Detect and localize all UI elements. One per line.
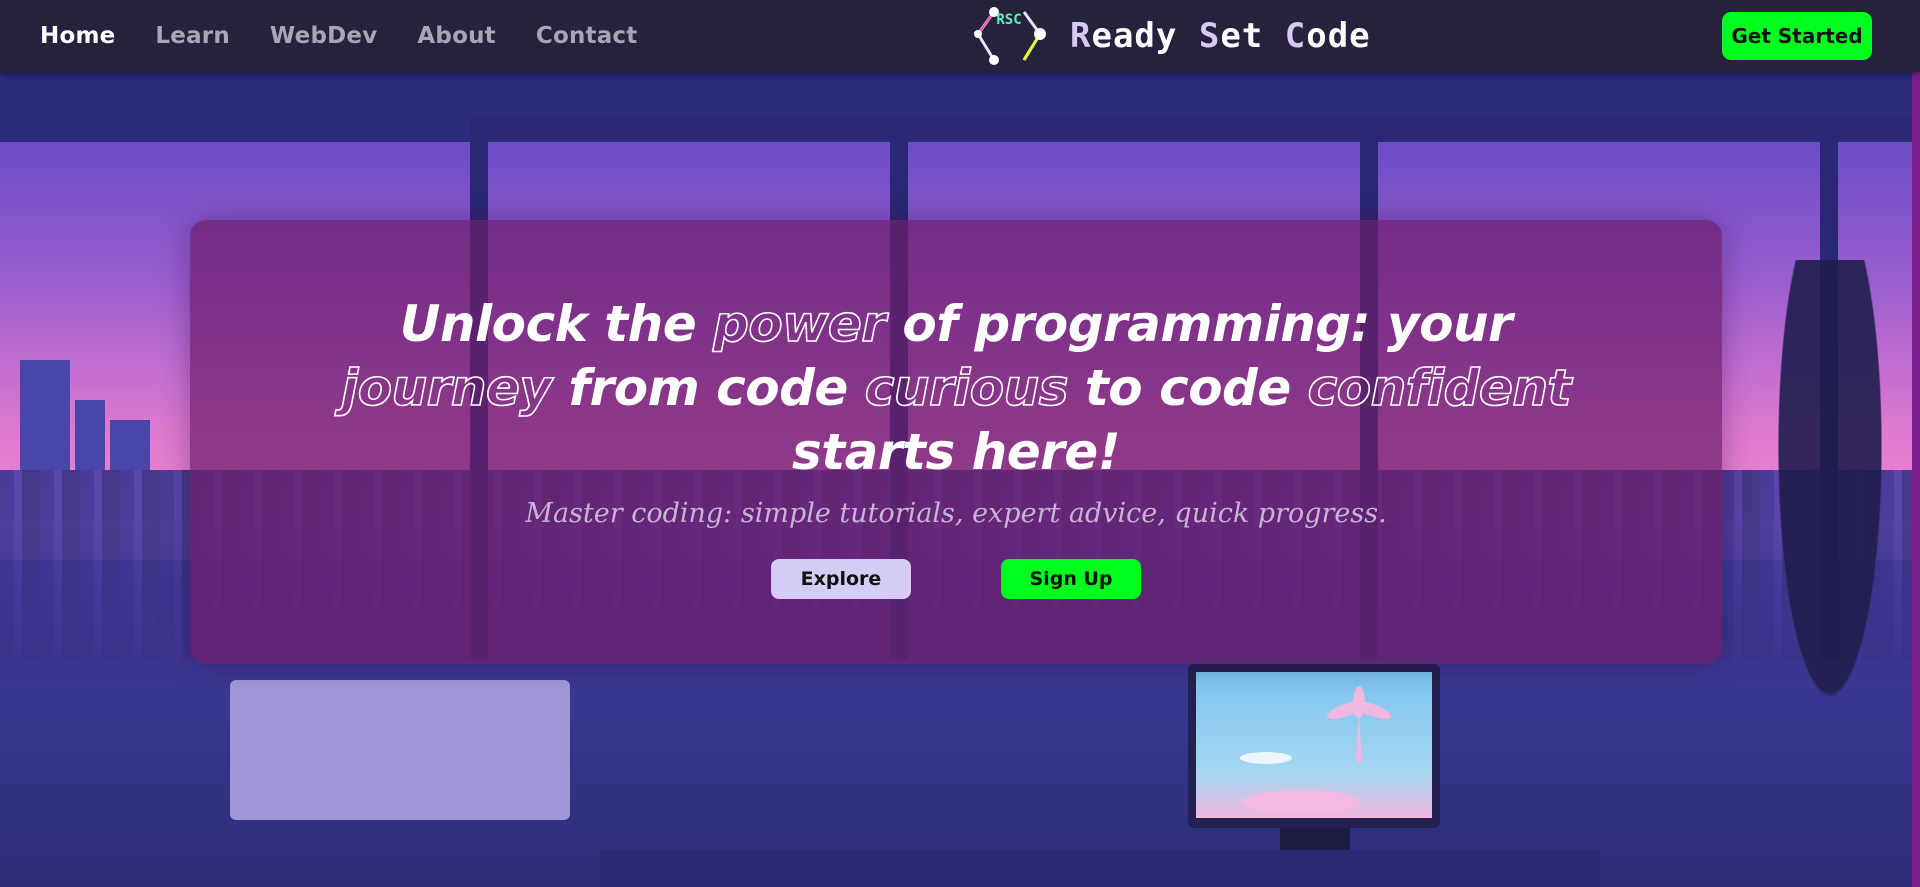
nav-link-webdev[interactable]: WebDev (270, 23, 378, 49)
sign-up-button[interactable]: Sign Up (1001, 559, 1141, 599)
nav-link-learn[interactable]: Learn (155, 23, 230, 49)
explore-button[interactable]: Explore (771, 559, 911, 599)
scrollbar-edge (1912, 0, 1920, 887)
plant-illustration (1740, 260, 1920, 880)
title-fragment: starts here! (791, 423, 1121, 481)
title-highlight: power (712, 294, 887, 354)
top-navbar: Home Learn WebDev About Contact RSC Read… (0, 0, 1920, 72)
title-fragment: to code (1068, 359, 1308, 417)
brand-home-link[interactable]: RSC Ready Set Code (972, 0, 1371, 72)
nav-link-contact[interactable]: Contact (536, 23, 638, 49)
desk-illustration (600, 850, 1600, 887)
title-highlight: journey (340, 358, 552, 418)
nav-link-home[interactable]: Home (40, 23, 115, 49)
nav-link-about[interactable]: About (417, 23, 495, 49)
logo-letter: RSC (996, 12, 1021, 28)
skyline-building (75, 400, 105, 470)
window-frame (470, 118, 1920, 140)
title-highlight: confident (1307, 358, 1572, 418)
rsc-logo-icon: RSC (972, 4, 1052, 68)
title-fragment: Unlock the (399, 295, 714, 353)
monitor-screen (1196, 672, 1432, 818)
hero-card: Unlock the power of programming: your jo… (190, 220, 1722, 664)
palm-tree-icon (1240, 686, 1391, 814)
skyline-building (20, 360, 70, 470)
title-highlight: curious (864, 358, 1069, 418)
printer-illustration (230, 680, 570, 820)
hero-button-group: Explore Sign Up (771, 559, 1141, 599)
skyline-building (110, 420, 150, 470)
hero-title: Unlock the power of programming: your jo… (340, 292, 1572, 484)
hero-subtitle: Master coding: simple tutorials, expert … (525, 498, 1387, 529)
get-started-button[interactable]: Get Started (1722, 12, 1872, 60)
title-fragment: of programming: your (885, 295, 1513, 353)
title-fragment: from code (551, 359, 865, 417)
brand-name: Ready Set Code (1070, 16, 1371, 56)
nav-links: Home Learn WebDev About Contact (40, 0, 637, 72)
